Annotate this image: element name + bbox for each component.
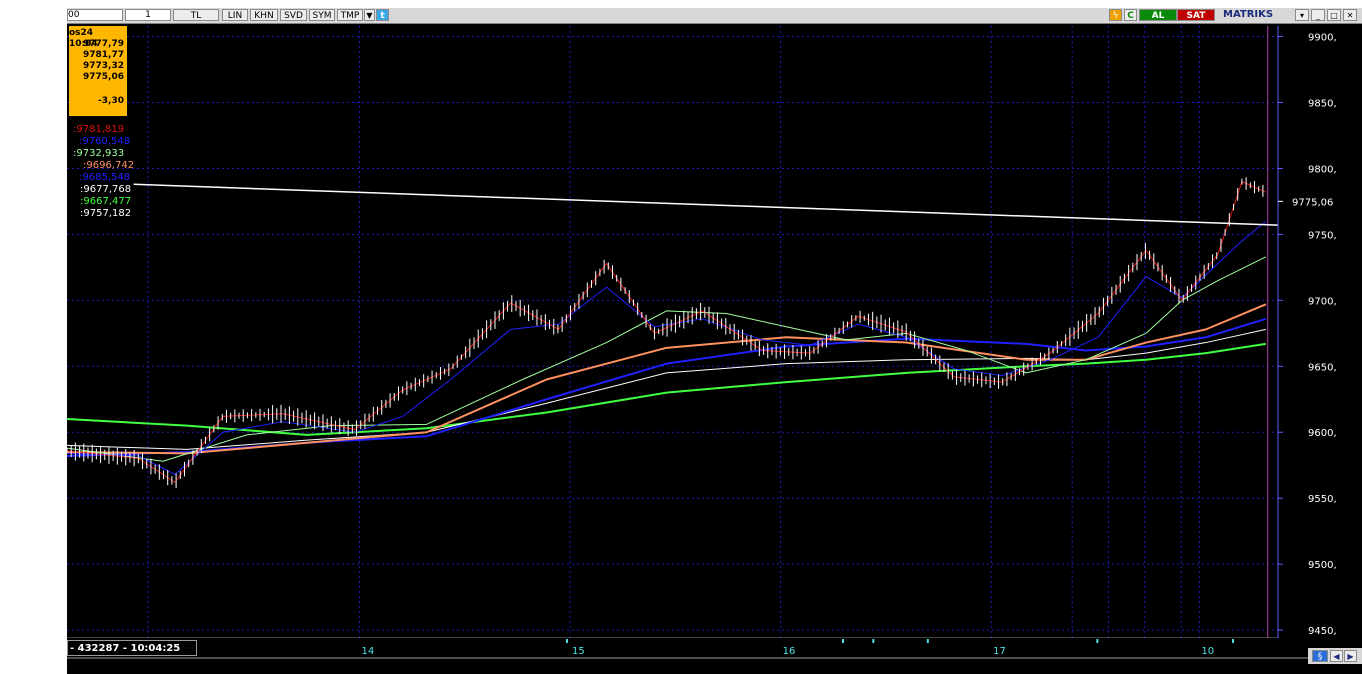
symbol-box[interactable]: 00 [67,9,123,21]
toolbar-button-sym[interactable]: SYM [309,9,335,21]
x-axis-marker [565,639,568,643]
x-axis-band [67,638,1362,658]
x-axis: 14 15 16 17 10 [67,637,1362,659]
toolbar-button-tl[interactable]: TL [173,9,219,21]
toolbar-button-svd[interactable]: SVD [280,9,307,21]
maximize-icon[interactable]: □ [1327,9,1341,21]
y-tick-label: 9500, [1308,560,1337,571]
series-line-1 [67,342,1267,436]
scroll-right-icon[interactable]: ▶ [1344,650,1357,662]
collapse-icon[interactable]: ▾ [1295,9,1309,21]
y-tick-label: 9550, [1308,494,1337,505]
indicator-value-3: :9732,933 [73,148,125,159]
x-axis-marker [1231,639,1234,643]
x-axis-marker [842,639,845,643]
chart-toolbar: 00 1 TL LIN KHN SVD SYM TMP ▼ t ϟ C AL S… [67,8,1362,24]
price-chart[interactable]: 9900, 9850, 9800, 9750, 9700, 9650, 9600, 9550,… [67,8,1362,674]
y-tick-label: 9700, [1308,296,1337,307]
series-line-7 [67,181,1267,483]
status-bar: - 432287 - 10:04:25 [67,640,197,656]
x-tick-label: 16 [783,646,796,657]
twitter-icon[interactable]: t [376,9,389,21]
auto-scroll-icon[interactable]: § [1312,650,1328,662]
info-change: -3,30 [98,96,124,106]
last-price-label: 9775,06 [1292,197,1333,208]
buy-button[interactable]: AL [1139,9,1177,21]
indicator-value-5: :9685,548 [79,172,131,183]
dropdown-icon[interactable]: ▼ [364,9,375,21]
y-tick-label: 9900, [1308,33,1337,44]
sell-button[interactable]: SAT [1177,9,1215,21]
y-tick-label: 9750, [1308,230,1337,241]
info-high: 9781,77 [83,50,124,60]
x-tick-label: 10 [1201,646,1214,657]
y-tick-label: 9450, [1308,626,1337,637]
trendline [133,183,1279,226]
period-box[interactable]: 1 [125,9,171,21]
trendline-layer [133,183,1279,226]
series-line-3 [67,317,1267,457]
grid [67,26,1278,638]
toolbar-button-tmp[interactable]: TMP [337,9,363,21]
minimize-icon[interactable]: _ [1311,9,1325,21]
x-axis-marker [1096,639,1099,643]
indicator-value-7: :9667,477 [80,196,132,207]
y-tick-label: 9650, [1308,362,1337,373]
lightning-icon[interactable]: ϟ [1109,9,1122,21]
x-axis-marker [872,639,875,643]
toolbar-button-lin[interactable]: LIN [222,9,248,21]
x-tick-label: 15 [572,646,585,657]
y-tick-label: 9850, [1308,99,1337,110]
indicator-value-4: :9696,742 [83,160,135,171]
ohlc-info-panel: os24 10:04 9777,79 9781,77 9773,32 9775,… [69,26,127,116]
y-tick-label: 9600, [1308,428,1337,439]
indicator-value-1: :9781,819 [73,124,125,135]
y-tick-label: 9800, [1308,164,1337,175]
scroll-left-icon[interactable]: ◀ [1330,650,1343,662]
chart-window: 9900, 9850, 9800, 9750, 9700, 9650, 9600, 9550,… [67,8,1362,674]
info-close: 9775,06 [83,72,124,82]
brand-logo: MATRIKS [1223,9,1274,20]
series-layer [67,177,1267,489]
toolbar-button-khn[interactable]: KHN [250,9,278,21]
refresh-icon[interactable]: C [1124,9,1137,21]
info-open: 9777,79 [83,39,124,49]
x-axis-marker [926,639,929,643]
indicator-value-6: :9677,768 [80,184,132,195]
close-icon[interactable]: ✕ [1343,9,1357,21]
info-low: 9773,32 [83,61,124,71]
y-axis: 9900, 9850, 9800, 9750, 9700, 9650, 9600, 9550,… [1277,26,1337,638]
x-tick-label: 14 [361,646,374,657]
indicator-value-8: :9757,182 [80,208,132,219]
nav-controls: § ◀ ▶ [1308,648,1362,664]
x-tick-label: 17 [993,646,1006,657]
indicator-value-2: :9760,548 [79,136,131,147]
